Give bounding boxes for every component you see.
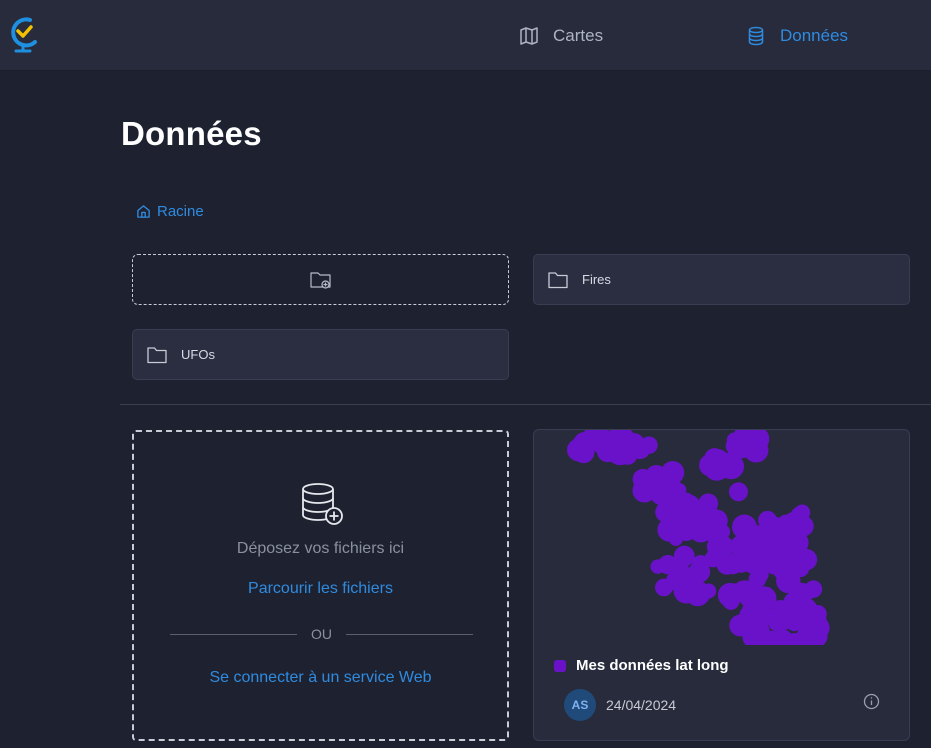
- data-point: [650, 559, 665, 574]
- data-point: [723, 555, 743, 575]
- new-folder-button[interactable]: [132, 254, 509, 305]
- or-label: OU: [311, 626, 332, 642]
- folder-fires[interactable]: Fires: [533, 254, 910, 305]
- dataset-name: Mes données lat long: [576, 657, 729, 674]
- separator-line: [346, 633, 473, 635]
- folder-label: UFOs: [181, 347, 215, 362]
- section-divider: [120, 404, 931, 405]
- dataset-card[interactable]: Mes données lat long AS 24/04/2024: [533, 429, 910, 741]
- data-point: [692, 555, 710, 573]
- nav-cartes-label: Cartes: [553, 26, 604, 45]
- folder-icon: [548, 271, 568, 288]
- data-point: [666, 518, 689, 542]
- data-point: [728, 482, 748, 502]
- owner-avatar: AS: [564, 689, 596, 721]
- home-icon: [137, 204, 150, 218]
- database-add-icon: [302, 483, 343, 525]
- top-navigation-bar: Cartes Données: [0, 0, 931, 71]
- data-point: [757, 530, 784, 557]
- file-dropzone[interactable]: Déposez vos fichiers ici Parcourir les f…: [132, 430, 509, 741]
- database-icon: [748, 26, 764, 46]
- data-point: [798, 583, 816, 601]
- map-icon: [520, 27, 538, 45]
- data-point: [570, 435, 595, 460]
- info-icon[interactable]: [863, 693, 880, 710]
- page-title: Données: [121, 115, 262, 152]
- dropzone-hint: Déposez vos fichiers ici: [236, 540, 405, 557]
- data-point: [705, 509, 728, 532]
- data-point: [739, 609, 760, 629]
- folder-label: Fires: [582, 272, 611, 287]
- data-point: [655, 578, 673, 597]
- data-point: [703, 454, 730, 481]
- data-point: [758, 510, 777, 530]
- connect-web-service-link[interactable]: Se connecter à un service Web: [134, 669, 507, 687]
- folder-plus-icon: [309, 271, 331, 289]
- dataset-date: 24/04/2024: [606, 697, 677, 713]
- data-point: [772, 613, 791, 632]
- folder-ufos[interactable]: UFOs: [132, 329, 509, 380]
- data-point: [672, 483, 687, 498]
- or-separator: OU: [170, 626, 473, 642]
- separator-line: [170, 633, 297, 635]
- breadcrumb-root[interactable]: Racine: [136, 201, 204, 221]
- dataset-title-row: Mes données lat long: [554, 657, 729, 674]
- data-point: [793, 515, 814, 537]
- app-logo-icon[interactable]: [6, 14, 42, 54]
- breadcrumb-root-label: Racine: [157, 202, 204, 220]
- nav-cartes[interactable]: Cartes: [519, 24, 603, 48]
- nav-donnees[interactable]: Données: [746, 24, 848, 48]
- folder-icon: [147, 346, 167, 363]
- browse-files-link[interactable]: Parcourir les fichiers: [134, 580, 507, 598]
- dataset-thumbnail: [566, 430, 830, 645]
- dataset-color-swatch: [554, 659, 566, 672]
- nav-donnees-label: Données: [780, 26, 849, 45]
- data-point: [609, 438, 633, 462]
- data-point: [733, 580, 755, 602]
